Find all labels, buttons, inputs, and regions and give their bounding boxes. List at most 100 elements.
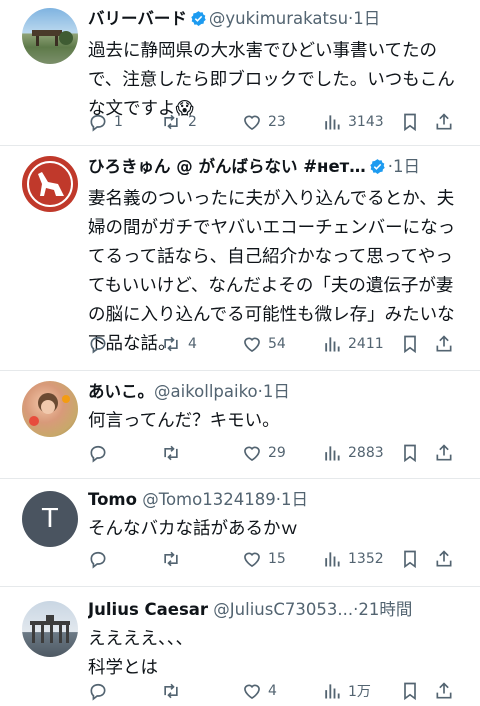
tweet-header: Tomo @Tomo1324189·1日 <box>88 489 466 511</box>
like-button[interactable]: 15 <box>242 549 286 569</box>
view-count: 3143 <box>348 114 384 130</box>
avatar[interactable] <box>22 381 78 437</box>
retweet-button[interactable] <box>160 443 188 463</box>
reply-count: 1 <box>114 114 123 130</box>
avatar[interactable] <box>22 156 78 212</box>
timestamp[interactable]: 1日 <box>281 490 308 509</box>
bar-chart-icon <box>325 337 340 352</box>
user-handle[interactable]: @yukimurakatsu <box>209 9 348 28</box>
tweet[interactable]: バリーバード @yukimurakatsu·1日 過去に静岡県の大水害でひどい事書… <box>0 0 480 146</box>
bookmark-icon <box>404 113 416 132</box>
gate-photo-icon <box>30 615 70 643</box>
bookmark-button[interactable] <box>400 548 420 570</box>
tweet[interactable]: ひろきゅん @ がんばらない #нет… ·1日 妻名義のついったに夫が入り込んで… <box>0 146 480 371</box>
user-handle[interactable]: @Tomo1324189 <box>142 490 276 509</box>
like-count: 4 <box>268 683 277 699</box>
bar-chart-icon <box>325 552 340 567</box>
reply-button[interactable] <box>88 334 114 354</box>
tweet[interactable]: Julius Caesar @JuliusC73053...·21時間 ええええ… <box>0 587 480 706</box>
tweet-text: そんなバカな話があるかｗ <box>88 519 298 539</box>
bookmark-icon <box>404 335 416 354</box>
retweet-count: 2 <box>188 114 197 130</box>
view-count: 2411 <box>348 336 384 352</box>
like-button[interactable]: 23 <box>242 112 286 132</box>
views-button[interactable]: 1万 <box>322 681 371 701</box>
display-name[interactable]: あいこ。 <box>88 382 154 401</box>
display-name[interactable]: ひろきゅん @ がんばらない #нет… <box>88 157 366 176</box>
share-button[interactable] <box>434 548 454 570</box>
landscape-icon <box>32 30 73 46</box>
reply-button[interactable] <box>88 549 114 569</box>
bookmark-icon <box>404 444 416 463</box>
retweet-button[interactable] <box>160 681 188 701</box>
display-name[interactable]: Julius Caesar <box>88 600 208 619</box>
heart-icon <box>244 337 260 353</box>
bookmark-button[interactable] <box>400 442 420 464</box>
timestamp[interactable]: 1日 <box>263 382 290 401</box>
reply-button[interactable] <box>88 443 114 463</box>
bookmark-icon <box>404 550 416 569</box>
reply-button[interactable] <box>88 681 114 701</box>
like-count: 29 <box>268 445 286 461</box>
retweet-count: 4 <box>188 336 197 352</box>
share-button[interactable] <box>434 111 454 133</box>
heart-icon <box>244 115 260 131</box>
share-icon <box>436 444 452 461</box>
timestamp[interactable]: 21時間 <box>358 600 412 619</box>
retweet-button[interactable]: 2 <box>160 112 197 132</box>
reply-icon <box>90 336 106 354</box>
profile-photo-icon <box>29 393 70 426</box>
share-icon <box>436 550 452 567</box>
user-handle[interactable]: @JuliusC73053... <box>213 600 353 619</box>
views-button[interactable]: 2883 <box>322 443 384 463</box>
tweet-header: あいこ。@aikollpaiko·1日 <box>88 381 466 403</box>
bar-chart-icon <box>325 446 340 461</box>
bookmark-button[interactable] <box>400 680 420 702</box>
avatar[interactable] <box>22 8 78 64</box>
avatar[interactable]: T <box>22 491 78 547</box>
bar-chart-icon <box>325 684 340 699</box>
bookmark-icon <box>404 682 416 701</box>
tweet-text: 何言ってんだ？キモい。 <box>88 411 280 431</box>
verified-badge-icon <box>369 158 386 181</box>
heart-icon <box>244 446 260 462</box>
like-count: 54 <box>268 336 286 352</box>
views-button[interactable]: 2411 <box>322 334 384 354</box>
timestamp[interactable]: 1日 <box>393 157 420 176</box>
like-button[interactable]: 54 <box>242 334 286 354</box>
retweet-icon <box>164 114 178 130</box>
retweet-icon <box>164 445 178 461</box>
like-button[interactable]: 4 <box>242 681 277 701</box>
bar-chart-icon <box>325 115 340 130</box>
reply-icon <box>90 551 106 569</box>
display-name[interactable]: バリーバード <box>88 9 187 28</box>
share-icon <box>436 335 452 352</box>
share-button[interactable] <box>434 442 454 464</box>
dog-logo-icon <box>27 161 73 207</box>
tweet[interactable]: あいこ。@aikollpaiko·1日 何言ってんだ？キモい。 29 2883 <box>0 371 480 479</box>
share-button[interactable] <box>434 680 454 702</box>
like-count: 15 <box>268 551 286 567</box>
like-button[interactable]: 29 <box>242 443 286 463</box>
avatar[interactable] <box>22 601 78 657</box>
heart-icon <box>244 684 260 700</box>
share-button[interactable] <box>434 333 454 355</box>
tweet[interactable]: T Tomo @Tomo1324189·1日 そんなバカな話があるかｗ 15 1… <box>0 479 480 587</box>
reply-icon <box>90 683 106 701</box>
views-button[interactable]: 1352 <box>322 549 384 569</box>
retweet-button[interactable]: 4 <box>160 334 197 354</box>
reply-button[interactable]: 1 <box>88 112 123 132</box>
bookmark-button[interactable] <box>400 111 420 133</box>
share-icon <box>436 682 452 699</box>
views-button[interactable]: 3143 <box>322 112 384 132</box>
retweet-button[interactable] <box>160 549 188 569</box>
display-name[interactable]: Tomo <box>88 490 137 509</box>
heart-icon <box>244 552 260 568</box>
retweet-icon <box>164 336 178 352</box>
tweet-header: Julius Caesar @JuliusC73053...·21時間 <box>88 599 466 621</box>
user-handle[interactable]: @aikollpaiko <box>154 382 258 401</box>
like-count: 23 <box>268 114 286 130</box>
bookmark-button[interactable] <box>400 333 420 355</box>
retweet-icon <box>164 551 178 567</box>
timestamp[interactable]: 1日 <box>353 9 380 28</box>
